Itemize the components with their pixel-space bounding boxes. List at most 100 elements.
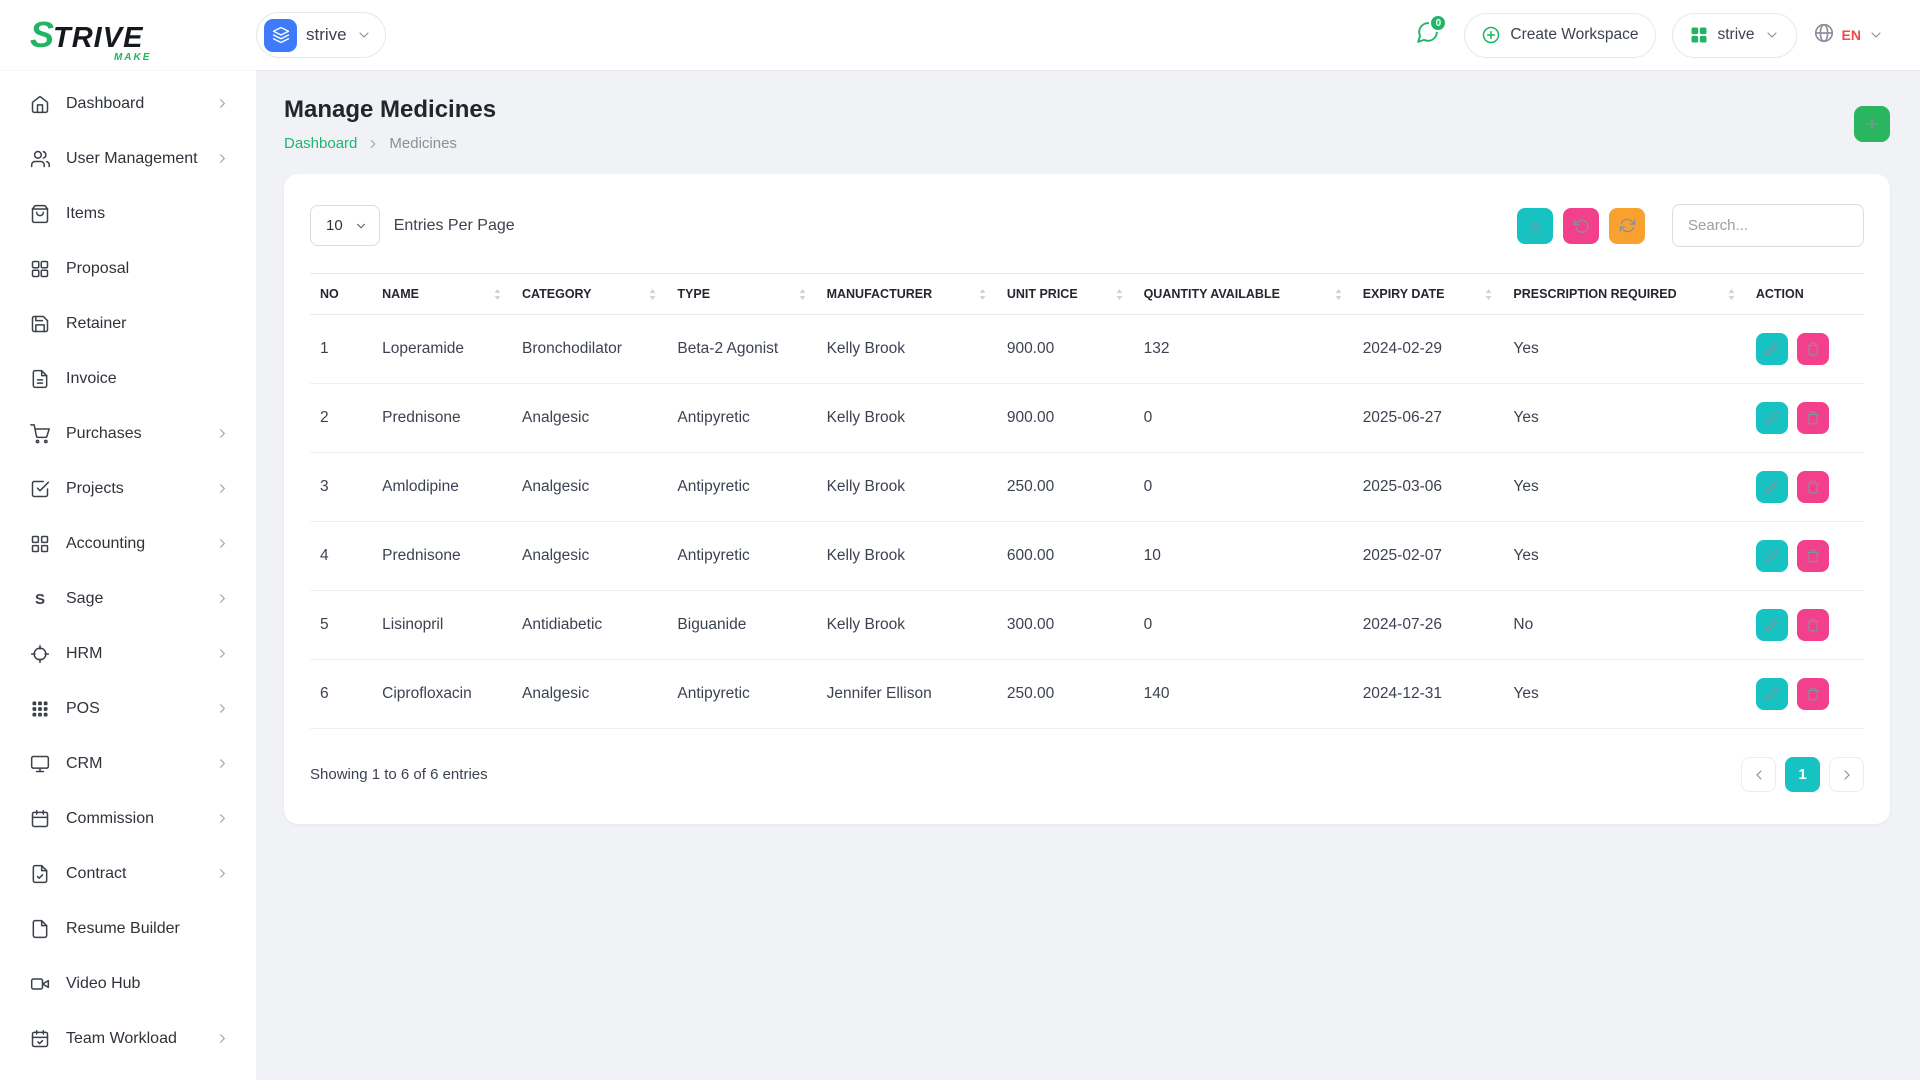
sidebar-item-user-management[interactable]: User Management — [0, 131, 256, 186]
entries-summary: Showing 1 to 6 of 6 entries — [310, 766, 488, 783]
cell-prescription: No — [1503, 591, 1745, 660]
sidebar-item-proposal[interactable]: Proposal — [0, 241, 256, 296]
column-header-prescription-required[interactable]: PRESCRIPTION REQUIRED — [1503, 274, 1745, 315]
entries-per-page-select[interactable]: 10 — [310, 205, 380, 246]
sidebar-item-commission[interactable]: Commission — [0, 791, 256, 846]
sidebar-item-team-workload[interactable]: Team Workload — [0, 1011, 256, 1066]
cell-quantity: 140 — [1134, 660, 1353, 729]
table-footer: Showing 1 to 6 of 6 entries 1 — [310, 757, 1864, 792]
column-header-type[interactable]: TYPE — [667, 274, 816, 315]
table-toolbar: 10 Entries Per Page — [310, 204, 1864, 247]
chevron-right-icon — [215, 866, 230, 881]
download-button[interactable] — [1517, 208, 1553, 244]
create-workspace-button[interactable]: Create Workspace — [1464, 13, 1655, 58]
cell-no: 2 — [310, 384, 372, 453]
sidebar-item-sage[interactable]: SSage — [0, 571, 256, 626]
chevron-down-icon — [1868, 27, 1884, 43]
sidebar-item-label: CRM — [66, 755, 199, 773]
column-header-expiry-date[interactable]: EXPIRY DATE — [1353, 274, 1504, 315]
cell-expiry: 2025-06-27 — [1353, 384, 1504, 453]
sidebar-item-resume-builder[interactable]: Resume Builder — [0, 901, 256, 956]
cell-prescription: Yes — [1503, 522, 1745, 591]
cell-name: Prednisone — [372, 522, 512, 591]
table-row: 3AmlodipineAnalgesicAntipyreticKelly Bro… — [310, 453, 1864, 522]
delete-button[interactable] — [1797, 333, 1829, 365]
chevron-right-icon — [215, 536, 230, 551]
cell-action — [1746, 591, 1864, 660]
column-header-name[interactable]: NAME — [372, 274, 512, 315]
cell-action — [1746, 315, 1864, 384]
edit-button[interactable] — [1756, 402, 1788, 434]
delete-button[interactable] — [1797, 540, 1829, 572]
medicines-table-body: 1LoperamideBronchodilatorBeta-2 AgonistK… — [310, 315, 1864, 729]
cell-unit-price: 250.00 — [997, 660, 1134, 729]
sidebar-item-dashboard[interactable]: Dashboard — [0, 76, 256, 131]
sidebar-item-label: Accounting — [66, 535, 199, 553]
app-root: STRIVE MAKE strive 0 Create Workspace st… — [0, 0, 1920, 1080]
cell-action — [1746, 660, 1864, 729]
cell-type: Antipyretic — [667, 384, 816, 453]
chevron-right-icon — [215, 646, 230, 661]
sidebar-item-hrm[interactable]: HRM — [0, 626, 256, 681]
sidebar-item-pos[interactable]: POS — [0, 681, 256, 736]
page-title: Manage Medicines — [284, 96, 496, 124]
sort-icon — [798, 288, 807, 301]
globe-icon — [1813, 22, 1835, 49]
brand-logo[interactable]: STRIVE MAKE — [30, 14, 153, 56]
delete-button[interactable] — [1797, 678, 1829, 710]
sidebar-item-purchases[interactable]: Purchases — [0, 406, 256, 461]
language-switcher[interactable]: EN — [1813, 22, 1884, 49]
cell-category: Bronchodilator — [512, 315, 667, 384]
edit-button[interactable] — [1756, 609, 1788, 641]
sidebar-item-accounting[interactable]: Accounting — [0, 516, 256, 571]
sidebar-item-contract[interactable]: Contract — [0, 846, 256, 901]
edit-button[interactable] — [1756, 333, 1788, 365]
sidebar-nav: DashboardUser ManagementItemsProposalRet… — [0, 76, 256, 1066]
column-header-unit-price[interactable]: UNIT PRICE — [997, 274, 1134, 315]
column-header-quantity-available[interactable]: QUANTITY AVAILABLE — [1134, 274, 1353, 315]
cell-name: Amlodipine — [372, 453, 512, 522]
edit-button[interactable] — [1756, 471, 1788, 503]
table-row: 2PrednisoneAnalgesicAntipyreticKelly Bro… — [310, 384, 1864, 453]
trash-icon — [1806, 549, 1820, 563]
delete-button[interactable] — [1797, 402, 1829, 434]
chevron-down-icon — [356, 27, 372, 43]
pagination-page-1[interactable]: 1 — [1785, 757, 1820, 792]
chevron-right-icon — [215, 151, 230, 166]
column-header-manufacturer[interactable]: MANUFACTURER — [817, 274, 997, 315]
sidebar-item-crm[interactable]: CRM — [0, 736, 256, 791]
search-input[interactable] — [1672, 204, 1864, 247]
sidebar-item-retainer[interactable]: Retainer — [0, 296, 256, 351]
pagination-prev-button[interactable] — [1741, 757, 1776, 792]
sidebar-item-video-hub[interactable]: Video Hub — [0, 956, 256, 1011]
topbar: STRIVE MAKE strive 0 Create Workspace st… — [0, 0, 1920, 70]
app-switcher-label: strive — [1718, 26, 1755, 44]
workspace-switcher[interactable]: strive — [256, 12, 386, 58]
delete-button[interactable] — [1797, 609, 1829, 641]
app-switcher-button[interactable]: strive — [1672, 13, 1797, 58]
delete-button[interactable] — [1797, 471, 1829, 503]
add-medicine-button[interactable] — [1854, 106, 1890, 142]
cell-expiry: 2024-12-31 — [1353, 660, 1504, 729]
sidebar-item-projects[interactable]: Projects — [0, 461, 256, 516]
column-header-category[interactable]: CATEGORY — [512, 274, 667, 315]
edit-button[interactable] — [1756, 678, 1788, 710]
cell-manufacturer: Kelly Brook — [817, 315, 997, 384]
refresh-button[interactable] — [1609, 208, 1645, 244]
breadcrumb-dashboard-link[interactable]: Dashboard — [284, 135, 357, 152]
cell-manufacturer: Kelly Brook — [817, 522, 997, 591]
chevron-right-icon — [215, 1031, 230, 1046]
pencil-icon — [1765, 549, 1779, 563]
breadcrumb-current: Medicines — [389, 135, 457, 152]
sidebar-item-items[interactable]: Items — [0, 186, 256, 241]
undo-button[interactable] — [1563, 208, 1599, 244]
cell-action — [1746, 522, 1864, 591]
pagination-next-button[interactable] — [1829, 757, 1864, 792]
cell-type: Beta-2 Agonist — [667, 315, 816, 384]
edit-button[interactable] — [1756, 540, 1788, 572]
medicines-table: NONAMECATEGORYTYPEMANUFACTURERUNIT PRICE… — [310, 273, 1864, 729]
chat-button[interactable]: 0 — [1406, 14, 1448, 56]
sidebar: DashboardUser ManagementItemsProposalRet… — [0, 70, 256, 1080]
sage-icon: S — [30, 589, 50, 609]
sidebar-item-invoice[interactable]: Invoice — [0, 351, 256, 406]
